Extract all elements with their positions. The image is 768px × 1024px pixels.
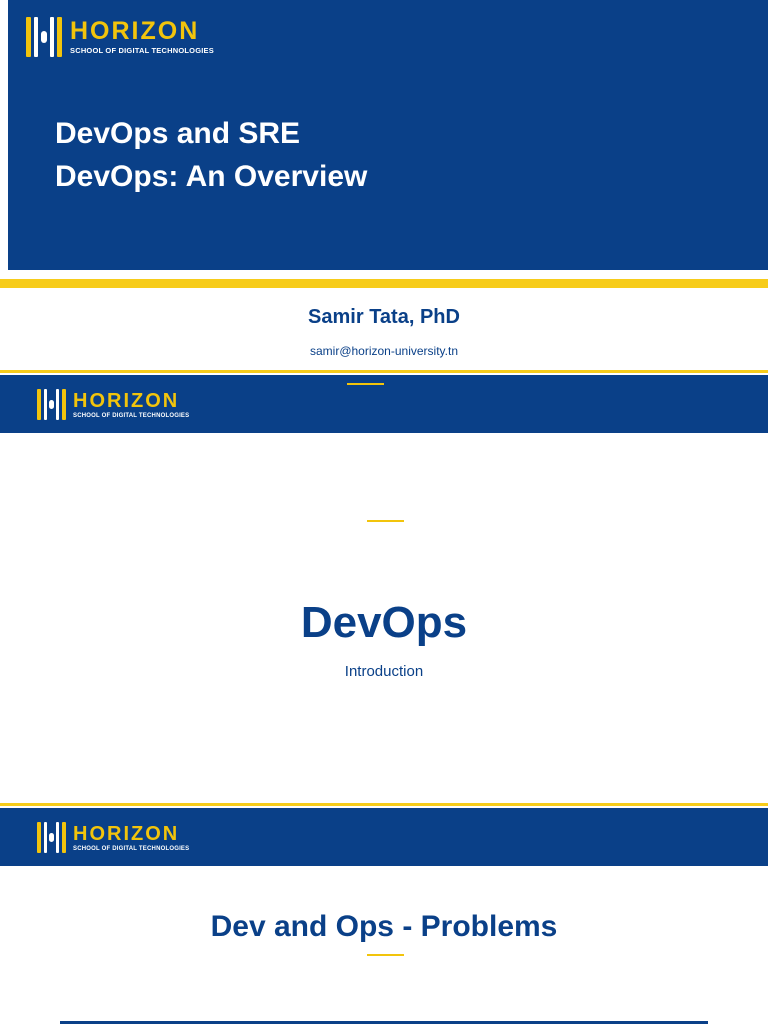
author-name: Samir Tata, PhD (308, 306, 460, 328)
author-email: samir@horizon-university.tn (309, 344, 458, 358)
slide-heading: Dev and Ops - Problems (210, 910, 558, 943)
slide2-header-bar: HORIZON SCHOOL OF DIGITAL TECHNOLOGIES (0, 375, 768, 433)
logo-mark-icon (36, 822, 68, 853)
slide-title-line-2: DevOps: An Overview (55, 160, 368, 193)
horizon-logo-small: HORIZON SCHOOL OF DIGITAL TECHNOLOGIES (36, 822, 189, 853)
logo-wordmark: HORIZON (73, 822, 180, 845)
section-subtitle: Introduction (344, 663, 424, 680)
yellow-separator-1 (0, 370, 768, 373)
slide3-header-bar: HORIZON SCHOOL OF DIGITAL TECHNOLOGIES (0, 808, 768, 866)
header-accent-line (347, 383, 384, 385)
section-title: DevOps (300, 598, 468, 647)
logo-tagline: SCHOOL OF DIGITAL TECHNOLOGIES (73, 412, 190, 419)
yellow-band-top (0, 279, 768, 288)
logo-mark-icon (36, 389, 68, 420)
logo-wordmark: HORIZON (70, 17, 200, 46)
title-accent-line (367, 520, 404, 522)
yellow-separator-2 (0, 803, 768, 806)
horizon-logo: HORIZON SCHOOL OF DIGITAL TECHNOLOGIES (24, 17, 214, 57)
logo-tagline: SCHOOL OF DIGITAL TECHNOLOGIES (73, 845, 190, 852)
horizon-logo-small: HORIZON SCHOOL OF DIGITAL TECHNOLOGIES (36, 389, 189, 420)
logo-tagline: SCHOOL OF DIGITAL TECHNOLOGIES (70, 46, 214, 56)
title-slide-header: HORIZON SCHOOL OF DIGITAL TECHNOLOGIES D… (8, 0, 768, 270)
slide-title-line-1: DevOps and SRE (55, 117, 301, 150)
logo-wordmark: HORIZON (73, 389, 180, 412)
heading-accent-line (367, 954, 404, 956)
logo-mark-icon (24, 17, 64, 57)
